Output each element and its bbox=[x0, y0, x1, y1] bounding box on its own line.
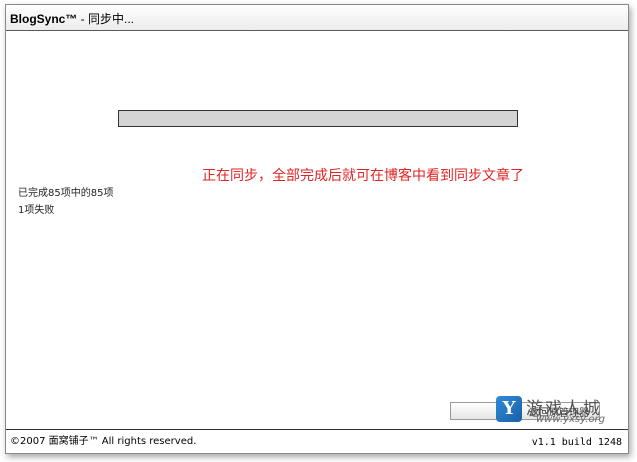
title-bar: BlogSync™ - 同步中... bbox=[6, 5, 628, 31]
watermark-logo-icon: Y bbox=[496, 396, 522, 422]
window-title: BlogSync™ - 同步中... bbox=[10, 10, 134, 27]
watermark-url: www.yxsy.org bbox=[536, 414, 606, 425]
sync-progress-bar bbox=[118, 110, 518, 127]
version-text: v1.1 build 1248 bbox=[531, 437, 622, 448]
app-name: BlogSync™ bbox=[10, 12, 78, 26]
app-window: BlogSync™ - 同步中... 已完成85项中的85项 1项失败 正在同步… bbox=[5, 4, 629, 454]
footer-divider bbox=[6, 429, 628, 430]
progress-fill bbox=[119, 111, 517, 126]
completed-status: 已完成85项中的85项 bbox=[18, 188, 114, 199]
copyright-text: ©2007 面窝铺子™ All rights reserved. bbox=[10, 436, 197, 447]
annotation-text: 正在同步，全部完成后就可在博客中看到同步文章了 bbox=[202, 168, 524, 184]
window-subtitle: - 同步中... bbox=[77, 12, 135, 26]
failed-status: 1项失败 bbox=[18, 205, 55, 216]
site-watermark: Y 游戏人城 www.yxsy.org bbox=[496, 394, 622, 430]
